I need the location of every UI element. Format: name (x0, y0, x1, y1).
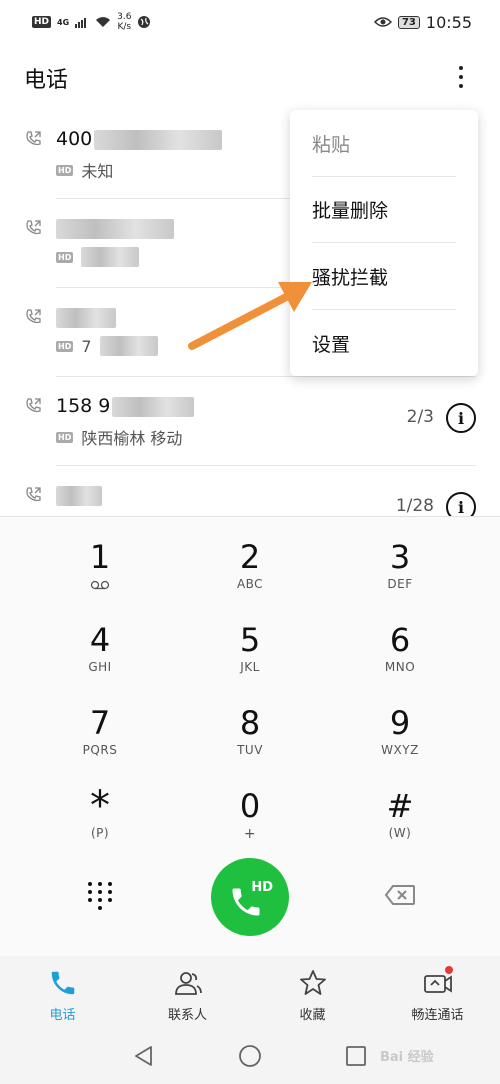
call-info-button[interactable]: i (446, 492, 476, 516)
contacts-icon (174, 972, 202, 995)
signal-icon (75, 18, 87, 28)
call-number (56, 217, 174, 239)
dialpad-toggle-button[interactable] (86, 880, 114, 912)
more-dots-icon (459, 66, 463, 70)
call-location: HD 陕西榆林 移动 (56, 429, 183, 448)
blurred-location (81, 247, 140, 267)
call-number (56, 484, 102, 506)
network-type: 4G (57, 17, 70, 27)
dial-key-0[interactable]: 0 + (190, 774, 310, 854)
call-number: 158 9 (56, 395, 195, 417)
dialpad-grid-icon (88, 882, 92, 886)
hd-call-icon: HD (56, 164, 74, 176)
dial-key-5[interactable]: 5 JKL (190, 608, 310, 688)
call-log-item[interactable]: 1/28 i (0, 466, 500, 516)
blurred-number (56, 485, 102, 506)
dial-key-6[interactable]: 6 MNO (340, 608, 460, 688)
call-location: HD 未知 (56, 162, 114, 181)
menu-item-batch-delete[interactable]: 批量删除 (290, 176, 478, 242)
app-header: 电话 (0, 44, 500, 110)
call-number (56, 306, 116, 328)
call-info-button[interactable]: i (446, 403, 476, 433)
outgoing-call-icon (26, 131, 41, 146)
call-count: 2/3 (406, 407, 434, 427)
hd-call-icon: HD (56, 340, 74, 352)
call-button[interactable]: HD (211, 858, 289, 936)
bottom-nav: 电话 联系人 收藏 畅连通话 (0, 956, 500, 1032)
voicemail-icon (90, 580, 110, 590)
status-bar: HD 4G 3.6 K/s 73 10:55 (0, 0, 500, 44)
backspace-button[interactable] (384, 884, 416, 906)
dial-key-7[interactable]: 7 PQRS (40, 691, 160, 771)
dial-key-9[interactable]: 9 WXYZ (340, 691, 460, 771)
outgoing-call-icon (26, 487, 41, 502)
back-nav-icon[interactable] (132, 1044, 156, 1068)
hd-call-icon: HD (56, 251, 74, 263)
annotation-arrow-icon (188, 282, 312, 350)
dial-key-4[interactable]: 4 GHI (40, 608, 160, 688)
star-icon (299, 970, 326, 995)
outgoing-call-icon (26, 398, 41, 413)
nav-tab-favorites[interactable]: 收藏 (250, 956, 375, 1032)
network-speed: 3.6 K/s (117, 12, 132, 32)
more-options-button[interactable] (446, 60, 476, 94)
eye-comfort-icon (373, 17, 392, 27)
nav-tab-contacts[interactable]: 联系人 (125, 956, 250, 1032)
blurred-number (56, 307, 116, 328)
blurred-number (56, 218, 174, 239)
recents-nav-icon[interactable] (344, 1044, 368, 1068)
status-time: 10:55 (425, 12, 472, 32)
call-location: HD (56, 247, 147, 267)
dial-key-1[interactable]: 1 (40, 525, 160, 605)
blurred-location (99, 336, 158, 356)
dial-key-3[interactable]: 3 DEF (340, 525, 460, 605)
battery-icon: 73 (397, 15, 420, 29)
home-nav-icon[interactable] (238, 1044, 262, 1068)
dial-key-8[interactable]: 8 TUV (190, 691, 310, 771)
notification-dot (445, 966, 453, 974)
nav-tab-meetime[interactable]: 畅连通话 (375, 956, 500, 1032)
nav-tab-phone[interactable]: 电话 (0, 956, 125, 1032)
call-count: 1/28 (395, 496, 434, 516)
backspace-icon (384, 885, 415, 905)
location-globe-icon (138, 16, 151, 28)
outgoing-call-icon (26, 309, 41, 324)
call-location: HD 7 (56, 336, 158, 356)
hd-voice-icon: HD (32, 16, 52, 28)
info-icon: i (457, 408, 465, 428)
blurred-number (112, 396, 195, 417)
menu-item-paste[interactable]: 粘贴 (290, 110, 478, 176)
hd-label: HD (251, 880, 273, 895)
watermark: Bai 经验 (380, 1050, 434, 1065)
outgoing-call-icon (26, 220, 41, 235)
call-log-item[interactable]: 158 9 HD 陕西榆林 移动 2/3 i (0, 377, 500, 466)
blurred-number (94, 129, 223, 150)
wifi-icon (96, 17, 111, 27)
dial-key-2[interactable]: 2 ABC (190, 525, 310, 605)
hd-call-icon: HD (56, 431, 74, 443)
info-icon: i (457, 497, 465, 517)
call-number: 400 (56, 128, 223, 150)
dial-key-star[interactable]: * (P) (40, 774, 160, 854)
page-title: 电话 (24, 68, 69, 93)
phone-icon (51, 971, 74, 995)
dial-key-hash[interactable]: # (W) (340, 774, 460, 854)
